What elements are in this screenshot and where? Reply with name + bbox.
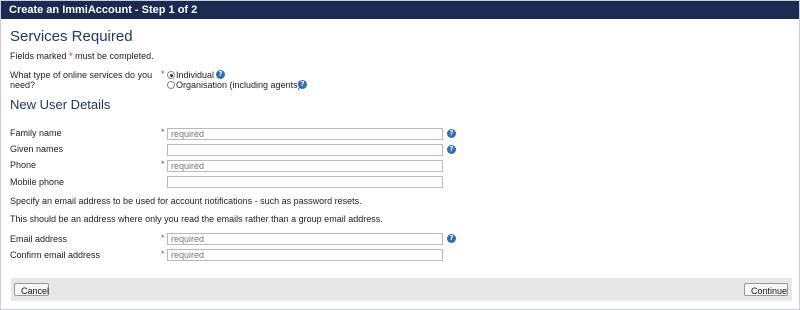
- services-heading: Services Required: [10, 28, 133, 45]
- help-icon[interactable]: ?: [216, 70, 225, 79]
- radio-organisation[interactable]: [167, 81, 175, 89]
- email-info-line2: This should be an address where only you…: [10, 214, 383, 224]
- given-names-label: Given names: [10, 144, 64, 154]
- help-icon[interactable]: ?: [447, 145, 456, 154]
- help-icon[interactable]: ?: [298, 80, 307, 89]
- radio-individual[interactable]: [167, 71, 175, 79]
- required-marker: *: [161, 233, 165, 243]
- phone-input[interactable]: [167, 160, 443, 172]
- family-name-label: Family name: [10, 128, 62, 138]
- family-name-input[interactable]: [167, 128, 443, 140]
- mobile-phone-input[interactable]: [167, 176, 443, 188]
- phone-label: Phone: [10, 160, 37, 170]
- radio-individual-label[interactable]: Individual: [176, 70, 214, 80]
- email-address-input[interactable]: [167, 233, 443, 245]
- help-icon[interactable]: ?: [447, 234, 456, 243]
- email-info-line1: Specify an email address to be used for …: [10, 196, 362, 206]
- confirm-email-label: Confirm email address: [10, 250, 101, 260]
- cancel-button[interactable]: Cancel: [14, 283, 49, 296]
- continue-button[interactable]: Continue: [744, 283, 788, 296]
- service-type-question-line2: need?: [10, 80, 36, 90]
- required-note: Fields marked * must be completed.: [10, 51, 154, 61]
- service-type-question-line1: What type of online services do you: [10, 70, 153, 80]
- form-footer: Cancel Continue: [11, 278, 792, 301]
- given-names-input[interactable]: [167, 144, 443, 156]
- required-marker: *: [161, 127, 165, 137]
- email-address-label: Email address: [10, 234, 68, 244]
- required-marker: *: [161, 249, 165, 259]
- confirm-email-input[interactable]: [167, 249, 443, 261]
- new-user-details-heading: New User Details: [10, 97, 111, 112]
- radio-organisation-label[interactable]: Organisation (including agents): [176, 80, 301, 90]
- mobile-phone-label: Mobile phone: [10, 177, 65, 187]
- required-marker: *: [161, 159, 165, 169]
- help-icon[interactable]: ?: [447, 129, 456, 138]
- immiaccount-form-window: Create an ImmiAccount - Step 1 of 2 Serv…: [0, 0, 800, 310]
- required-marker: *: [161, 69, 165, 79]
- window-title: Create an ImmiAccount - Step 1 of 2: [1, 1, 799, 19]
